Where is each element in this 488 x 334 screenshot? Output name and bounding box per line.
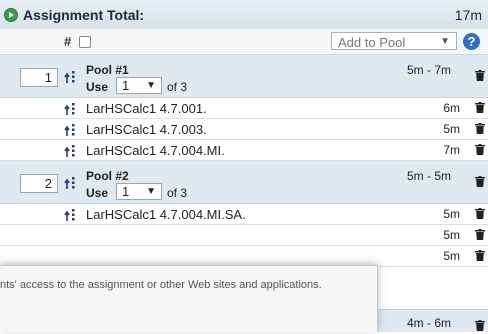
assignment-total-label: Assignment Total: [23, 7, 145, 23]
pool-title: Pool #2 [86, 169, 129, 183]
list-item: LarHSCalc1 4.7.001. 6m [0, 98, 488, 119]
number-column-label: # [64, 34, 72, 49]
trash-icon[interactable] [475, 102, 485, 113]
drag-handle-icon[interactable] [64, 123, 78, 137]
add-to-pool-select[interactable]: Add to Pool ▼ [331, 32, 457, 50]
select-all-checkbox[interactable] [79, 36, 91, 48]
drag-handle-icon[interactable] [64, 144, 78, 158]
question-time: 7m [443, 143, 460, 157]
pool-row-3: 4m - 6m [377, 309, 488, 332]
pool-time-range: 5m - 5m [406, 169, 451, 183]
play-circle-icon[interactable] [4, 8, 18, 22]
pool-order-input[interactable]: 1 [20, 68, 58, 87]
list-item: 5m [0, 246, 488, 267]
drag-handle-icon[interactable] [64, 176, 78, 190]
question-name: LarHSCalc1 4.7.004.MI.SA. [86, 207, 246, 222]
trash-icon[interactable] [475, 320, 485, 331]
question-name: LarHSCalc1 4.7.004.MI. [86, 143, 225, 158]
drag-handle-icon[interactable] [64, 102, 78, 116]
trash-icon[interactable] [475, 250, 485, 261]
trash-icon[interactable] [475, 144, 485, 155]
question-time: 5m [443, 122, 460, 136]
trash-icon[interactable] [475, 229, 485, 240]
pool-title: Pool #1 [86, 63, 129, 77]
question-name: LarHSCalc1 4.7.001. [86, 101, 207, 116]
assignment-panel: Assignment Total: 17m # Add to Pool ▼ ? … [0, 0, 488, 332]
pool-use-label: Use [86, 186, 109, 200]
question-time: 5m [443, 207, 460, 221]
trash-icon[interactable] [475, 176, 485, 187]
list-item: LarHSCalc1 4.7.003. 5m [0, 119, 488, 140]
pool-of-count: of 3 [167, 80, 188, 94]
trash-icon[interactable] [475, 123, 485, 134]
pool-row-2: 2 Pool #2 Use 1 ▼ of 3 5m - 5m [0, 161, 488, 204]
question-time: 5m [443, 249, 460, 263]
chevron-down-icon: ▼ [146, 80, 156, 91]
assignment-total-value: 17m [454, 7, 482, 23]
toolbar: # Add to Pool ▼ ? [0, 29, 488, 55]
pool-of-count: of 3 [167, 186, 188, 200]
assignment-header: Assignment Total: 17m [0, 0, 488, 30]
pool-use-select[interactable]: 1 ▼ [116, 183, 162, 200]
dialog-message: nts' access to the assignment or other W… [0, 279, 322, 291]
drag-handle-icon[interactable] [64, 208, 78, 222]
trash-icon[interactable] [475, 208, 485, 219]
list-item: LarHSCalc1 4.7.004.MI. 7m [0, 140, 488, 161]
pool-use-select[interactable]: 1 ▼ [116, 77, 162, 94]
pool-use-label: Use [86, 80, 109, 94]
pool-time-range: 5m - 7m [406, 63, 451, 77]
pool-use-value: 1 [122, 78, 130, 93]
question-name: LarHSCalc1 4.7.003. [86, 122, 207, 137]
chevron-down-icon: ▼ [440, 36, 450, 47]
info-dialog: nts' access to the assignment or other W… [0, 265, 378, 332]
pool-order-input[interactable]: 2 [20, 174, 58, 193]
trash-icon[interactable] [475, 70, 485, 81]
add-to-pool-label: Add to Pool [338, 35, 406, 50]
drag-handle-icon[interactable] [64, 70, 78, 84]
list-item: LarHSCalc1 4.7.004.MI.SA. 5m [0, 204, 488, 225]
chevron-down-icon: ▼ [146, 186, 156, 197]
pool-row-1: 1 Pool #1 Use 1 ▼ of 3 5m - 7m [0, 55, 488, 98]
help-icon[interactable]: ? [463, 33, 480, 50]
pool-time-range: 4m - 6m [406, 316, 451, 330]
question-time: 5m [443, 228, 460, 242]
pool-use-value: 1 [122, 184, 130, 199]
list-item: 5m [0, 225, 488, 246]
question-time: 6m [443, 101, 460, 115]
